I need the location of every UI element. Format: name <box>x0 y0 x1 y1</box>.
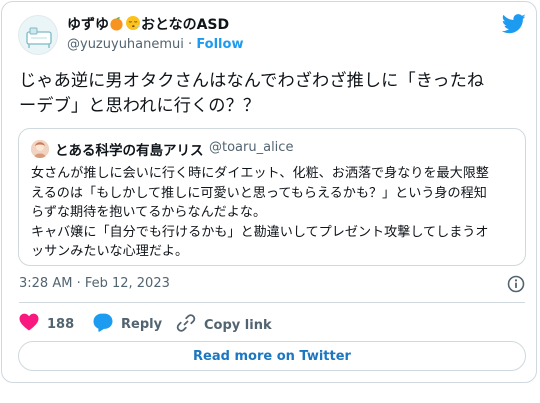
author-handle-row: @yuzuyuhanemui · Follow <box>67 37 243 52</box>
embedded-tweet-card: ゆずゆ おとなのASD @yuzuyuhanemui · Follow じゃあ逆に… <box>1 1 537 383</box>
quoted-tweet-text: 女さんが推しに会いに行く時にダイエット、化粧、お洒落で身なりを最大限整 えるのは… <box>31 164 517 262</box>
author-avatar[interactable] <box>18 15 58 55</box>
like-button[interactable]: 188 <box>19 313 74 335</box>
tweet-text-line-1: じゃあ逆に男オタクさんはなんでわざわざ推しに「きったね <box>19 71 485 91</box>
reply-label: Reply <box>121 317 163 332</box>
like-count: 188 <box>47 316 75 332</box>
quoted-tweet[interactable]: とある科学の有島アリス @toaru_alice 女さんが推しに会いに行く時にダ… <box>18 128 526 266</box>
orange-emoji-icon <box>109 17 124 33</box>
twitter-bird-icon[interactable] <box>501 14 528 36</box>
author-display-name[interactable]: ゆずゆ おとなのASD <box>67 14 229 34</box>
tweet-timestamp[interactable]: 3:28 AM · Feb 12, 2023 <box>19 276 170 291</box>
quote-line: 女さんが推しに会いに行く時にダイエット、化粧、お洒落で身なりを最大限整 <box>31 166 489 181</box>
link-icon <box>176 313 204 337</box>
tweet-actions: 188 Reply Copy link <box>19 313 525 335</box>
author-name-prefix: ゆずゆ <box>67 17 109 33</box>
author-name-suffix: おとなのASD <box>141 17 230 33</box>
info-icon[interactable] <box>507 275 525 293</box>
quote-line: らずな期待を抱いてるからなんだよな。 <box>31 205 267 220</box>
divider <box>19 302 525 303</box>
author-handle[interactable]: @yuzuyuhanemui <box>67 37 184 52</box>
copy-link-label: Copy link <box>204 317 272 333</box>
reply-button[interactable]: Reply <box>93 313 162 336</box>
quote-line: キャバ嬢に「自分でも行けるかも」と勘違いしてプレゼント攻撃してしまうオ <box>31 224 489 240</box>
copy-link-button[interactable]: Copy link <box>176 313 272 337</box>
read-more-button[interactable]: Read more on Twitter <box>18 341 526 371</box>
reply-bubble-icon <box>93 313 121 336</box>
quoted-author-handle: @toaru_alice <box>209 140 294 155</box>
quote-line: ッサンみたいな心理だよ。 <box>31 244 189 259</box>
heart-icon <box>19 313 47 335</box>
quoted-author-name: とある科学の有島アリス <box>55 143 204 159</box>
tweet-text-line-2: ーデブ」と思われに行くの？？ <box>19 96 261 116</box>
follow-link[interactable]: Follow <box>196 37 243 52</box>
tweet-text: じゃあ逆に男オタクさんはなんでわざわざ推しに「きったね ーデブ」と思われに行くの… <box>19 69 524 119</box>
separator-dot: · <box>188 37 193 52</box>
exhaling-face-emoji-icon <box>124 16 141 33</box>
quote-line: えるのは「もしかして推しに可愛いと思ってもらえるかも？」という身の程知 <box>31 185 487 201</box>
quoted-author-avatar <box>31 140 49 158</box>
